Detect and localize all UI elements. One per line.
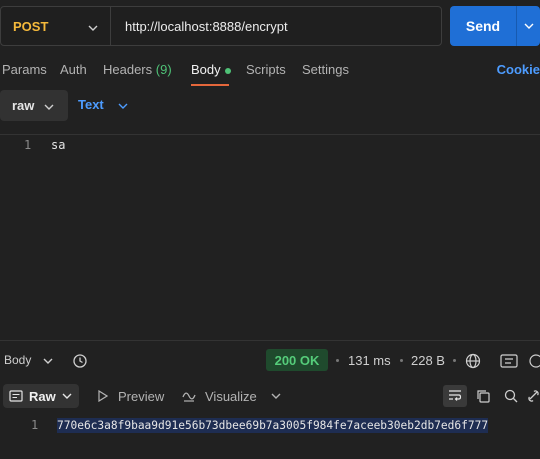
more-icon[interactable] bbox=[528, 351, 540, 371]
chevron-down-icon bbox=[118, 97, 128, 112]
chevron-down-icon bbox=[524, 23, 533, 29]
code-line: sa bbox=[51, 138, 66, 152]
response-tab-label: Body bbox=[4, 353, 32, 367]
tab-body-label: Body bbox=[191, 62, 221, 77]
response-text: 770e6c3a8f9baa9d91e56b73dbee69b7a3005f98… bbox=[57, 418, 489, 433]
body-format-label: Text bbox=[78, 97, 104, 112]
response-view-label: Raw bbox=[29, 388, 56, 404]
visualize-button[interactable]: Visualize bbox=[205, 389, 257, 404]
separator-dot bbox=[336, 359, 339, 362]
preview-button[interactable]: Preview bbox=[118, 389, 164, 404]
send-options-button[interactable] bbox=[516, 6, 540, 46]
chevron-down-icon bbox=[43, 358, 53, 364]
globe-icon[interactable] bbox=[463, 351, 483, 371]
chevron-down-icon bbox=[62, 393, 72, 399]
body-mode-label: raw bbox=[12, 98, 35, 113]
wrap-lines-icon[interactable] bbox=[443, 385, 467, 407]
response-view-select[interactable]: Raw bbox=[3, 384, 79, 408]
separator-dot bbox=[453, 359, 456, 362]
send-button[interactable]: Send bbox=[450, 18, 516, 34]
chevron-down-icon[interactable] bbox=[270, 391, 282, 401]
play-icon bbox=[96, 389, 110, 403]
headers-count: (9) bbox=[155, 62, 172, 77]
search-icon[interactable] bbox=[500, 385, 522, 407]
divider bbox=[0, 134, 540, 135]
line-number: 1 bbox=[24, 138, 32, 152]
raw-view-icon bbox=[9, 390, 23, 402]
visualize-icon bbox=[180, 388, 198, 404]
response-size[interactable]: 228 B bbox=[411, 353, 445, 368]
send-button-group: Send bbox=[450, 6, 540, 46]
line-number: 1 bbox=[31, 418, 39, 432]
tab-scripts[interactable]: Scripts bbox=[246, 62, 286, 77]
tab-headers-label: Headers bbox=[103, 62, 153, 77]
history-icon[interactable] bbox=[70, 351, 90, 371]
method-select[interactable]: POST bbox=[1, 7, 111, 45]
response-time[interactable]: 131 ms bbox=[348, 353, 391, 368]
request-bar: POST http://localhost:8888/encrypt bbox=[0, 6, 442, 46]
example-icon[interactable] bbox=[498, 351, 520, 371]
copy-icon[interactable] bbox=[472, 385, 494, 407]
api-client-window: POST http://localhost:8888/encrypt Send … bbox=[0, 0, 540, 459]
method-label: POST bbox=[13, 18, 49, 34]
link-icon[interactable] bbox=[527, 385, 540, 407]
tab-headers[interactable]: Headers (9) bbox=[103, 62, 172, 77]
url-input[interactable]: http://localhost:8888/encrypt bbox=[111, 19, 288, 34]
chevron-down-icon bbox=[88, 19, 98, 34]
body-mode-select[interactable]: raw bbox=[0, 90, 68, 121]
chevron-down-icon bbox=[44, 98, 54, 113]
body-indicator-dot bbox=[224, 67, 231, 74]
request-tabs: Params Auth Headers (9) Body Scripts Set… bbox=[0, 60, 540, 86]
active-tab-underline bbox=[191, 84, 229, 86]
separator-dot bbox=[400, 359, 403, 362]
response-bar: Body 200 OK 131 ms 228 B bbox=[0, 340, 540, 380]
tab-params[interactable]: Params bbox=[2, 62, 47, 77]
response-body-select[interactable]: Body bbox=[4, 353, 53, 367]
tab-auth[interactable]: Auth bbox=[60, 62, 87, 77]
tab-settings[interactable]: Settings bbox=[302, 62, 349, 77]
status-badge[interactable]: 200 OK bbox=[266, 349, 328, 371]
tab-body[interactable]: Body bbox=[191, 62, 231, 77]
body-format-select[interactable]: Text bbox=[78, 97, 128, 112]
cookies-link[interactable]: Cookie bbox=[497, 62, 540, 77]
